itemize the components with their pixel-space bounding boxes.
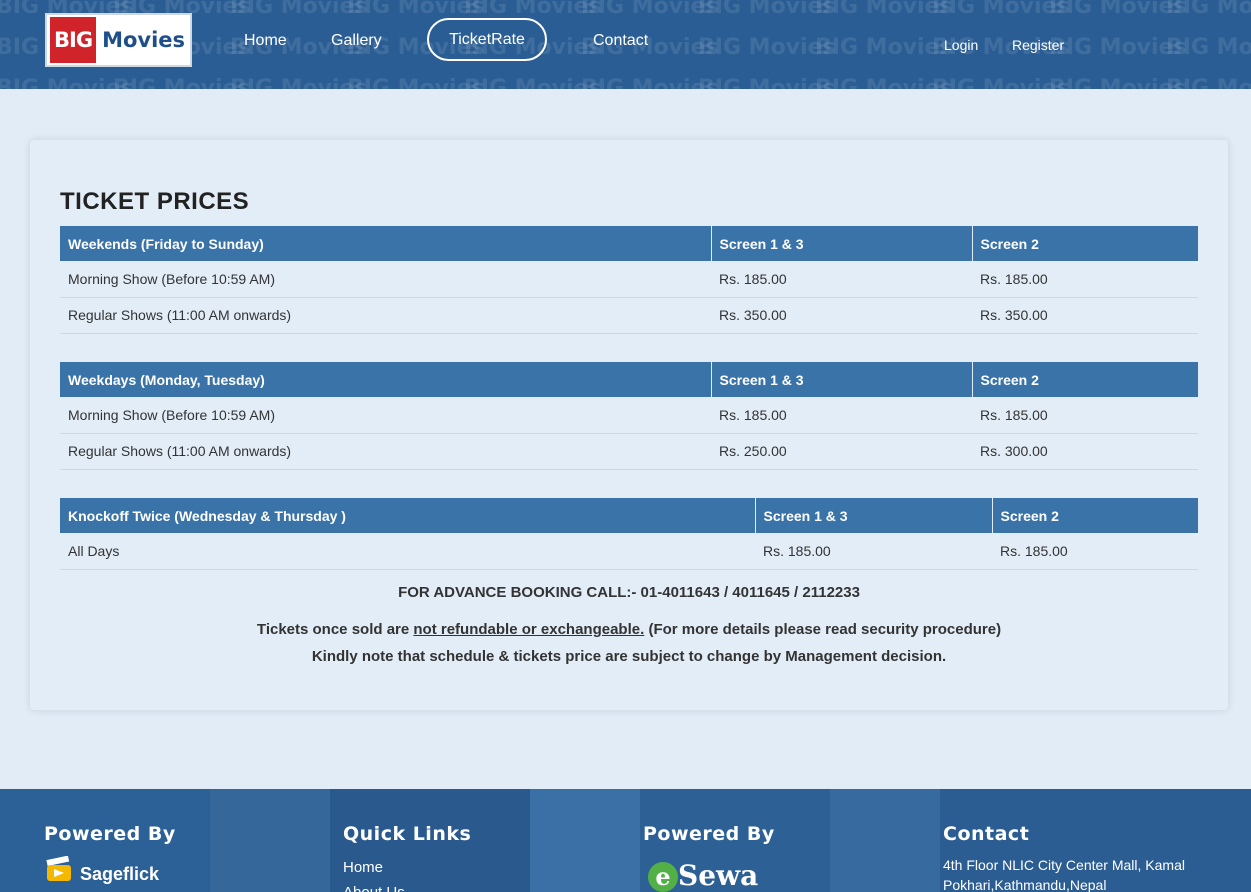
- footer-powered-by-heading-2: Powered By: [643, 823, 775, 845]
- table-header-cell: Screen 2: [992, 498, 1198, 533]
- refund-notice-post: (For more details please read security p…: [644, 621, 1002, 638]
- refund-notice-pre: Tickets once sold are: [256, 621, 414, 638]
- table-header-row: Weekends (Friday to Sunday) Screen 1 & 3…: [60, 226, 1198, 261]
- footer-address: 4th Floor NLIC City Center Mall, Kamal P…: [943, 857, 1185, 892]
- esewa-text: Sewa: [678, 859, 759, 892]
- register-link[interactable]: Register: [1012, 37, 1064, 53]
- table-cell: Regular Shows (11:00 AM onwards): [60, 297, 711, 334]
- table-cell: Regular Shows (11:00 AM onwards): [60, 433, 711, 470]
- table-cell: Rs. 350.00: [972, 297, 1198, 334]
- header-pattern-text: BIG Movies: [1166, 0, 1251, 19]
- weekends-price-table: Weekends (Friday to Sunday) Screen 1 & 3…: [60, 226, 1198, 334]
- logo-movies-text: Movies: [102, 28, 186, 52]
- table-header-cell: Screen 1 & 3: [711, 226, 973, 261]
- footer-quick-links-heading: Quick Links: [343, 823, 472, 845]
- site-footer: Powered By Sageflick Quick Links Home Ab…: [0, 789, 1251, 892]
- footer-poster: [830, 789, 940, 892]
- table-cell: Morning Show (Before 10:59 AM): [60, 397, 711, 434]
- sageflick-icon: [46, 856, 71, 881]
- table-header-cell: Weekends (Friday to Sunday): [60, 226, 712, 261]
- table-cell: Rs. 185.00: [972, 261, 1198, 298]
- table-header-row: Knockoff Twice (Wednesday & Thursday ) S…: [60, 498, 1198, 533]
- login-link[interactable]: Login: [944, 37, 978, 53]
- site-logo[interactable]: BIG Movies: [45, 13, 192, 67]
- nav-home[interactable]: Home: [244, 32, 287, 50]
- table-row: Regular Shows (11:00 AM onwards) Rs. 250…: [60, 433, 1198, 470]
- table-cell: Rs. 185.00: [755, 533, 992, 570]
- table-row: Morning Show (Before 10:59 AM) Rs. 185.0…: [60, 397, 1198, 434]
- table-cell: Rs. 185.00: [711, 397, 972, 434]
- table-cell: Rs. 350.00: [711, 297, 972, 334]
- table-cell: Rs. 250.00: [711, 433, 972, 470]
- footer-poster: [210, 789, 330, 892]
- footer-link-home[interactable]: Home: [343, 859, 383, 876]
- table-cell: Rs. 185.00: [972, 397, 1198, 434]
- nav-gallery[interactable]: Gallery: [331, 32, 382, 50]
- table-cell: All Days: [60, 533, 755, 570]
- table-row: Morning Show (Before 10:59 AM) Rs. 185.0…: [60, 261, 1198, 298]
- header-pattern-text: BIG Movies: [1166, 35, 1251, 60]
- table-header-cell: Screen 1 & 3: [711, 362, 973, 397]
- page-title: TICKET PRICES: [60, 188, 250, 215]
- footer-poster: [530, 789, 640, 892]
- table-header-cell: Knockoff Twice (Wednesday & Thursday ): [60, 498, 756, 533]
- nav-contact[interactable]: Contact: [593, 32, 648, 50]
- logo-big-text: BIG: [50, 17, 97, 63]
- schedule-notice: Kindly note that schedule & tickets pric…: [311, 648, 947, 665]
- table-header-cell: Screen 1 & 3: [755, 498, 993, 533]
- refund-notice-emphasis: not refundable or exchangeable.: [413, 621, 645, 638]
- table-cell: Rs. 185.00: [711, 261, 972, 298]
- footer-contact-heading: Contact: [943, 823, 1030, 845]
- site-header: BIG Movies BIG Movies BIG Movies BIG Movies…: [0, 0, 1251, 89]
- table-cell: Rs. 185.00: [992, 533, 1198, 570]
- esewa-logo[interactable]: e Sewa: [648, 859, 758, 892]
- table-header-cell: Weekdays (Monday, Tuesday): [60, 362, 712, 397]
- table-header-cell: Screen 2: [972, 226, 1198, 261]
- header-pattern-text: BIG Movies: [1166, 76, 1251, 89]
- knockoff-price-table: Knockoff Twice (Wednesday & Thursday ) S…: [60, 498, 1198, 570]
- weekdays-price-table: Weekdays (Monday, Tuesday) Screen 1 & 3 …: [60, 362, 1198, 470]
- esewa-e-icon: e: [648, 862, 678, 892]
- footer-link-about[interactable]: About Us: [343, 884, 405, 892]
- table-cell: Morning Show (Before 10:59 AM): [60, 261, 711, 298]
- ticket-prices-card: TICKET PRICES Weekends (Friday to Sunday…: [30, 140, 1228, 710]
- table-header-row: Weekdays (Monday, Tuesday) Screen 1 & 3 …: [60, 362, 1198, 397]
- table-header-cell: Screen 2: [972, 362, 1198, 397]
- nav-ticketrate[interactable]: TicketRate: [427, 18, 547, 61]
- table-row: All Days Rs. 185.00 Rs. 185.00: [60, 533, 1198, 570]
- footer-powered-by-heading: Powered By: [44, 823, 176, 845]
- sageflick-brand[interactable]: Sageflick: [80, 864, 159, 885]
- table-row: Regular Shows (11:00 AM onwards) Rs. 350…: [60, 297, 1198, 334]
- advance-booking-text: FOR ADVANCE BOOKING CALL:- 01-4011643 / …: [398, 584, 860, 601]
- refund-notice: Tickets once sold are not refundable or …: [30, 621, 1228, 638]
- table-cell: Rs. 300.00: [972, 433, 1198, 470]
